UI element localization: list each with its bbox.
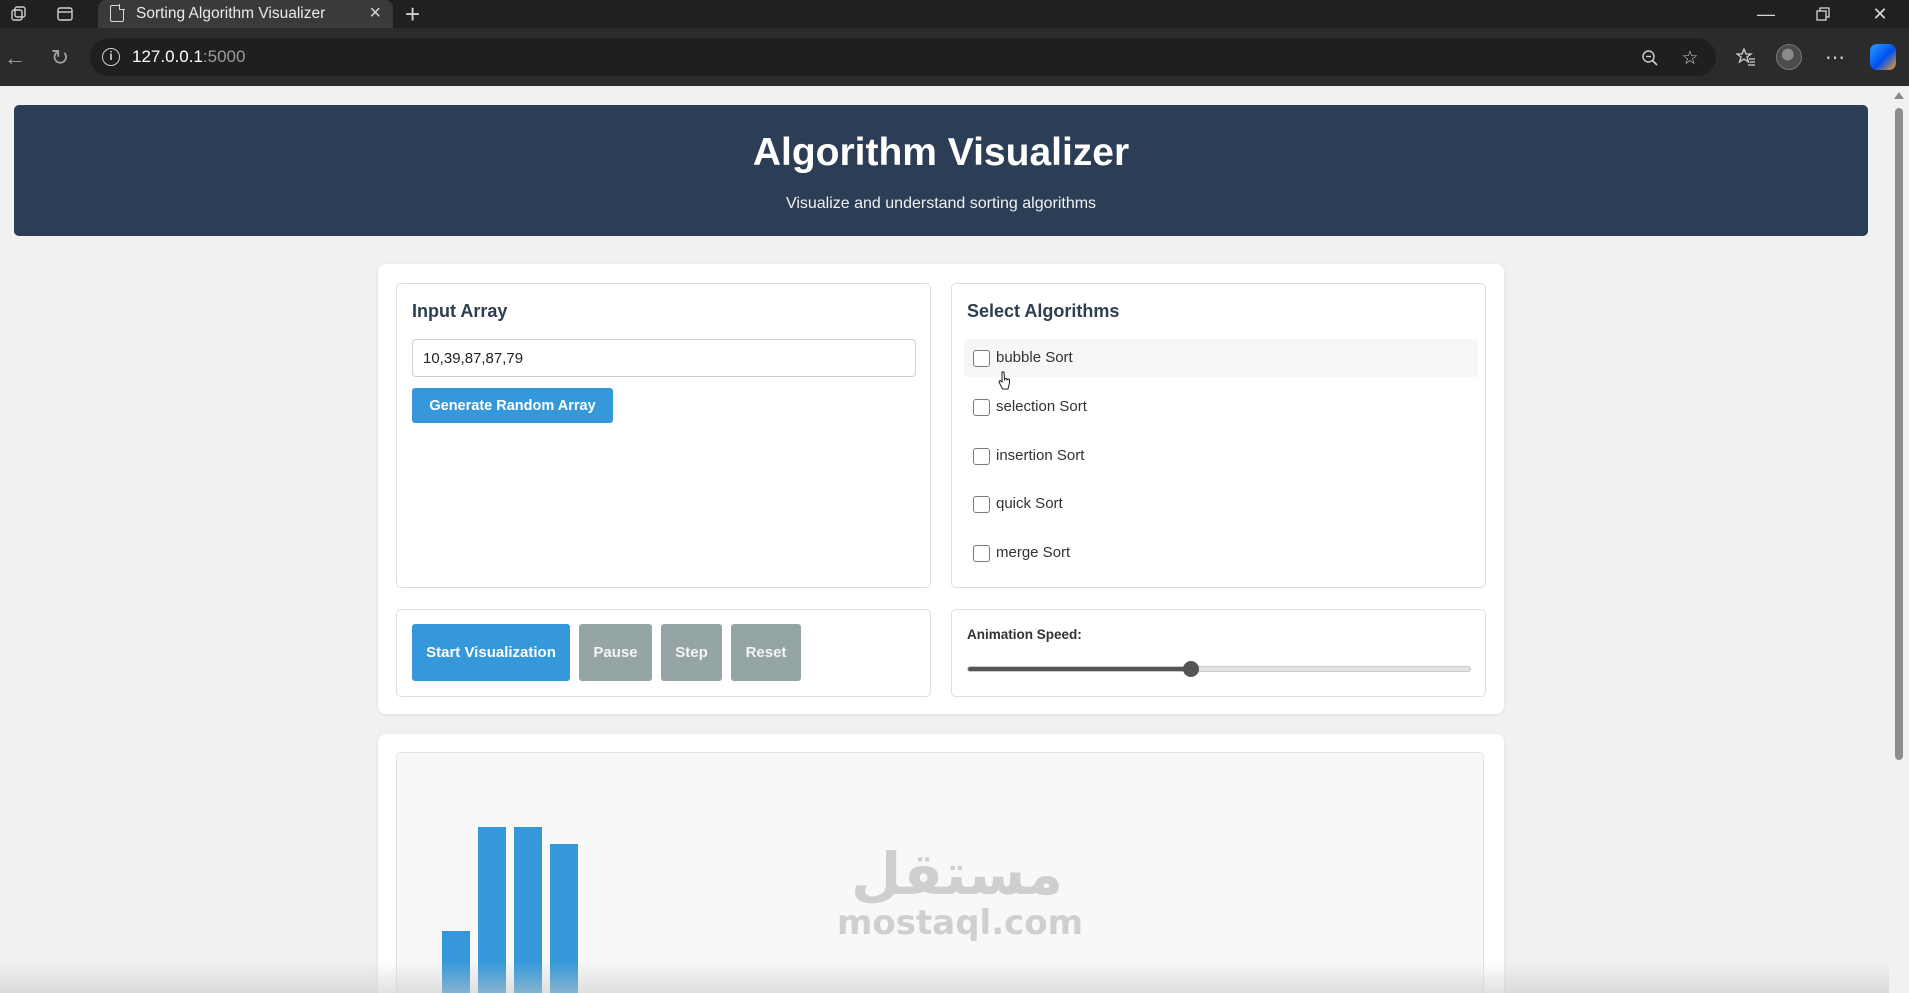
insertion-sort-checkbox[interactable] [973,448,990,465]
minimize-icon[interactable]: — [1746,0,1786,28]
close-window-icon[interactable]: ✕ [1860,0,1900,28]
select-algorithms-panel: Select Algorithms bubble Sort selection … [951,283,1486,588]
insertion-sort-label[interactable]: insertion Sort [996,447,1084,464]
refresh-icon[interactable]: ↻ [45,43,75,73]
site-info-icon[interactable]: i [102,48,120,66]
slider-thumb[interactable] [1183,661,1200,677]
controls-card: Input Array Generate Random Array Select… [378,264,1504,714]
favorite-star-icon[interactable]: ☆ [1678,46,1702,70]
input-array-title: Input Array [412,301,508,321]
pause-button[interactable]: Pause [579,624,652,681]
restore-icon[interactable] [1803,0,1843,28]
input-array-panel: Input Array Generate Random Array [396,283,931,588]
merge-sort-label[interactable]: merge Sort [996,544,1070,561]
mostaql-watermark: مستقل mostaql.com [837,840,1084,943]
browser-tab-active[interactable]: Sorting Algorithm Visualizer × [98,0,393,28]
watermark-arabic: مستقل [850,840,1064,908]
scrollbar-thumb[interactable] [1895,108,1903,760]
visualization-area: مستقل mostaql.com [396,752,1484,993]
close-tab-icon[interactable]: × [369,2,381,25]
page-scrollbar[interactable] [1889,86,1909,993]
algorithm-option-insertion[interactable]: insertion Sort [964,437,1478,475]
tab-actions-icon[interactable] [54,3,76,25]
quick-sort-label[interactable]: quick Sort [996,495,1063,512]
watermark-latin: mostaql.com [837,903,1084,943]
bubble-sort-checkbox[interactable] [973,350,990,367]
reset-button[interactable]: Reset [731,624,801,681]
browser-toolbar: ← ↻ i 127.0.0.1:5000 ☆ ⋯ [0,28,1909,86]
generate-random-array-button[interactable]: Generate Random Array [412,388,613,423]
browser-tab-bar: Sorting Algorithm Visualizer × + — ✕ [0,0,1909,30]
address-bar[interactable]: i 127.0.0.1:5000 ☆ [90,38,1716,76]
merge-sort-checkbox[interactable] [973,545,990,562]
copilot-icon[interactable] [1868,42,1898,72]
zoom-icon[interactable] [1638,46,1662,70]
algorithm-option-bubble[interactable]: bubble Sort [964,339,1478,377]
quick-sort-checkbox[interactable] [973,496,990,513]
array-input[interactable] [412,339,916,377]
favorites-icon[interactable] [1731,42,1761,72]
page-viewport: Algorithm Visualizer Visualize and under… [0,86,1889,993]
algorithm-option-merge[interactable]: merge Sort [964,534,1478,572]
back-icon[interactable]: ← [0,43,30,73]
animation-speed-panel: Animation Speed: [951,609,1486,697]
mouse-cursor-icon [998,371,1010,390]
slider-fill [968,667,1192,671]
bubble-sort-label[interactable]: bubble Sort [996,349,1073,366]
select-algorithms-title: Select Algorithms [967,301,1120,321]
tab-title: Sorting Algorithm Visualizer [136,5,326,22]
new-tab-icon[interactable]: + [405,0,420,30]
url-text[interactable]: 127.0.0.1:5000 [132,47,245,67]
step-button[interactable]: Step [661,624,722,681]
algorithm-option-selection[interactable]: selection Sort [964,388,1478,426]
page-icon [110,4,125,22]
selection-sort-checkbox[interactable] [973,399,990,416]
algorithm-option-quick[interactable]: quick Sort [964,485,1478,523]
more-options-icon[interactable]: ⋯ [1820,42,1850,72]
scroll-up-icon[interactable] [1894,92,1904,99]
profile-avatar[interactable] [1774,42,1804,72]
playback-controls-panel: Start Visualization Pause Step Reset [396,609,931,697]
page-title: Algorithm Visualizer [752,131,1130,174]
start-visualization-button[interactable]: Start Visualization [412,624,570,681]
animation-speed-label: Animation Speed: [967,627,1082,642]
site-header: Algorithm Visualizer Visualize and under… [14,105,1868,236]
animation-speed-slider[interactable] [967,661,1471,677]
visualization-card: مستقل mostaql.com [378,734,1504,993]
selection-sort-label[interactable]: selection Sort [996,398,1087,415]
page-subtitle: Visualize and understand sorting algorit… [785,195,1097,212]
bottom-fade [0,961,1889,993]
workspaces-icon[interactable] [8,3,30,25]
